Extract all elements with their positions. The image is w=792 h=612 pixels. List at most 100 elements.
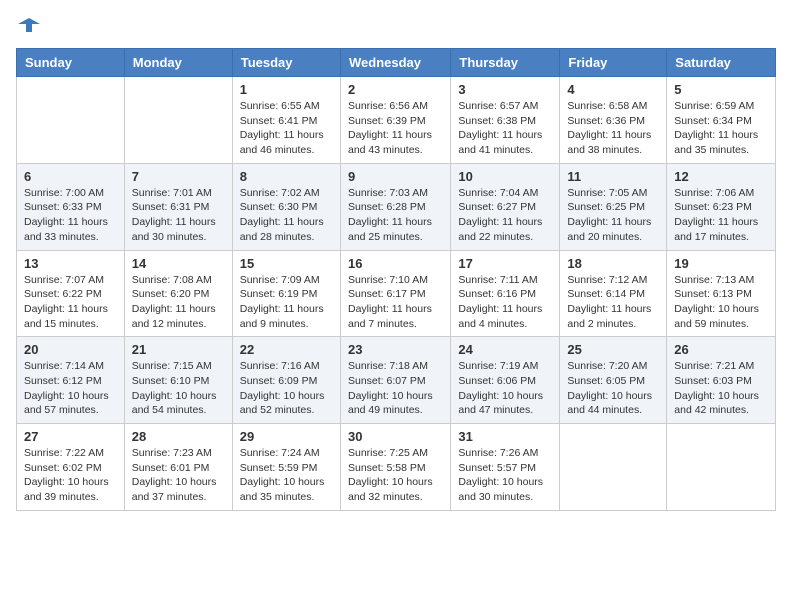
calendar-cell: 5 Sunrise: 6:59 AMSunset: 6:34 PMDaylight…	[667, 77, 776, 164]
calendar-cell: 15 Sunrise: 7:09 AMSunset: 6:19 PMDayligh…	[232, 250, 340, 337]
day-number: 8	[240, 169, 333, 184]
day-number: 2	[348, 82, 443, 97]
day-number: 30	[348, 429, 443, 444]
day-info: Sunrise: 7:02 AMSunset: 6:30 PMDaylight:…	[240, 186, 333, 245]
day-of-week-header: Wednesday	[340, 49, 450, 77]
day-of-week-header: Friday	[560, 49, 667, 77]
day-number: 5	[674, 82, 768, 97]
calendar-cell: 20 Sunrise: 7:14 AMSunset: 6:12 PMDayligh…	[17, 337, 125, 424]
calendar-week-row: 6Sunrise: 7:00 AMSunset: 6:33 PMDaylight…	[17, 163, 776, 250]
day-number: 20	[24, 342, 117, 357]
calendar-cell: 22 Sunrise: 7:16 AMSunset: 6:09 PMDayligh…	[232, 337, 340, 424]
calendar-table: SundayMondayTuesdayWednesdayThursdayFrid…	[16, 48, 776, 511]
day-of-week-header: Sunday	[17, 49, 125, 77]
day-number: 22	[240, 342, 333, 357]
day-info: Sunrise: 7:06 AMSunset: 6:23 PMDaylight:…	[674, 186, 768, 245]
day-number: 14	[132, 256, 225, 271]
day-info: Sunrise: 7:14 AMSunset: 6:12 PMDaylight:…	[24, 359, 117, 418]
day-number: 28	[132, 429, 225, 444]
calendar-cell: 28 Sunrise: 7:23 AMSunset: 6:01 PMDayligh…	[124, 424, 232, 511]
day-of-week-header: Tuesday	[232, 49, 340, 77]
calendar-cell: 8 Sunrise: 7:02 AMSunset: 6:30 PMDaylight…	[232, 163, 340, 250]
calendar-cell: 6Sunrise: 7:00 AMSunset: 6:33 PMDaylight…	[17, 163, 125, 250]
calendar-cell: 29 Sunrise: 7:24 AMSunset: 5:59 PMDayligh…	[232, 424, 340, 511]
day-info: Sunrise: 7:07 AMSunset: 6:22 PMDaylight:…	[24, 273, 117, 332]
day-number: 13	[24, 256, 117, 271]
calendar-header-row: SundayMondayTuesdayWednesdayThursdayFrid…	[17, 49, 776, 77]
calendar-week-row: 13 Sunrise: 7:07 AMSunset: 6:22 PMDayligh…	[17, 250, 776, 337]
day-info: Sunrise: 7:20 AMSunset: 6:05 PMDaylight:…	[567, 359, 659, 418]
calendar-cell: 21Sunrise: 7:15 AMSunset: 6:10 PMDayligh…	[124, 337, 232, 424]
day-number: 10	[458, 169, 552, 184]
day-info: Sunrise: 7:24 AMSunset: 5:59 PMDaylight:…	[240, 446, 333, 505]
calendar-cell: 31 Sunrise: 7:26 AMSunset: 5:57 PMDayligh…	[451, 424, 560, 511]
calendar-cell: 16 Sunrise: 7:10 AMSunset: 6:17 PMDayligh…	[340, 250, 450, 337]
day-info: Sunrise: 7:01 AMSunset: 6:31 PMDaylight:…	[132, 186, 225, 245]
day-info: Sunrise: 7:21 AMSunset: 6:03 PMDaylight:…	[674, 359, 768, 418]
day-info: Sunrise: 7:10 AMSunset: 6:17 PMDaylight:…	[348, 273, 443, 332]
calendar-cell: 26 Sunrise: 7:21 AMSunset: 6:03 PMDayligh…	[667, 337, 776, 424]
day-info: Sunrise: 7:09 AMSunset: 6:19 PMDaylight:…	[240, 273, 333, 332]
day-number: 19	[674, 256, 768, 271]
day-info: Sunrise: 7:19 AMSunset: 6:06 PMDaylight:…	[458, 359, 552, 418]
calendar-cell	[667, 424, 776, 511]
day-info: Sunrise: 7:16 AMSunset: 6:09 PMDaylight:…	[240, 359, 333, 418]
page-header	[16, 16, 776, 36]
calendar-cell	[560, 424, 667, 511]
day-info: Sunrise: 7:08 AMSunset: 6:20 PMDaylight:…	[132, 273, 225, 332]
calendar-cell: 23 Sunrise: 7:18 AMSunset: 6:07 PMDayligh…	[340, 337, 450, 424]
day-info: Sunrise: 7:25 AMSunset: 5:58 PMDaylight:…	[348, 446, 443, 505]
day-number: 6	[24, 169, 117, 184]
day-info: Sunrise: 7:23 AMSunset: 6:01 PMDaylight:…	[132, 446, 225, 505]
calendar-cell: 10 Sunrise: 7:04 AMSunset: 6:27 PMDayligh…	[451, 163, 560, 250]
day-number: 17	[458, 256, 552, 271]
calendar-cell: 14 Sunrise: 7:08 AMSunset: 6:20 PMDayligh…	[124, 250, 232, 337]
day-info: Sunrise: 7:11 AMSunset: 6:16 PMDaylight:…	[458, 273, 552, 332]
day-number: 16	[348, 256, 443, 271]
calendar-cell: 3 Sunrise: 6:57 AMSunset: 6:38 PMDaylight…	[451, 77, 560, 164]
day-number: 29	[240, 429, 333, 444]
day-info: Sunrise: 7:04 AMSunset: 6:27 PMDaylight:…	[458, 186, 552, 245]
day-number: 4	[567, 82, 659, 97]
day-of-week-header: Saturday	[667, 49, 776, 77]
day-of-week-header: Monday	[124, 49, 232, 77]
calendar-cell: 17 Sunrise: 7:11 AMSunset: 6:16 PMDayligh…	[451, 250, 560, 337]
calendar-cell	[17, 77, 125, 164]
day-info: Sunrise: 6:58 AMSunset: 6:36 PMDaylight:…	[567, 99, 659, 158]
calendar-week-row: 20 Sunrise: 7:14 AMSunset: 6:12 PMDayligh…	[17, 337, 776, 424]
day-number: 3	[458, 82, 552, 97]
day-info: Sunrise: 6:56 AMSunset: 6:39 PMDaylight:…	[348, 99, 443, 158]
day-info: Sunrise: 7:03 AMSunset: 6:28 PMDaylight:…	[348, 186, 443, 245]
calendar-cell: 25 Sunrise: 7:20 AMSunset: 6:05 PMDayligh…	[560, 337, 667, 424]
calendar-cell: 13 Sunrise: 7:07 AMSunset: 6:22 PMDayligh…	[17, 250, 125, 337]
day-info: Sunrise: 7:22 AMSunset: 6:02 PMDaylight:…	[24, 446, 117, 505]
calendar-cell: 2 Sunrise: 6:56 AMSunset: 6:39 PMDaylight…	[340, 77, 450, 164]
day-info: Sunrise: 7:26 AMSunset: 5:57 PMDaylight:…	[458, 446, 552, 505]
calendar-week-row: 27 Sunrise: 7:22 AMSunset: 6:02 PMDayligh…	[17, 424, 776, 511]
day-info: Sunrise: 6:55 AMSunset: 6:41 PMDaylight:…	[240, 99, 333, 158]
calendar-cell: 18Sunrise: 7:12 AMSunset: 6:14 PMDayligh…	[560, 250, 667, 337]
calendar-cell: 4 Sunrise: 6:58 AMSunset: 6:36 PMDaylight…	[560, 77, 667, 164]
day-number: 25	[567, 342, 659, 357]
day-info: Sunrise: 7:05 AMSunset: 6:25 PMDaylight:…	[567, 186, 659, 245]
day-info: Sunrise: 6:59 AMSunset: 6:34 PMDaylight:…	[674, 99, 768, 158]
day-info: Sunrise: 6:57 AMSunset: 6:38 PMDaylight:…	[458, 99, 552, 158]
day-number: 9	[348, 169, 443, 184]
calendar-cell: 9 Sunrise: 7:03 AMSunset: 6:28 PMDaylight…	[340, 163, 450, 250]
calendar-cell: 30 Sunrise: 7:25 AMSunset: 5:58 PMDayligh…	[340, 424, 450, 511]
day-info: Sunrise: 7:13 AMSunset: 6:13 PMDaylight:…	[674, 273, 768, 332]
day-info: Sunrise: 7:18 AMSunset: 6:07 PMDaylight:…	[348, 359, 443, 418]
day-number: 23	[348, 342, 443, 357]
calendar-cell: 27 Sunrise: 7:22 AMSunset: 6:02 PMDayligh…	[17, 424, 125, 511]
calendar-cell: 1Sunrise: 6:55 AMSunset: 6:41 PMDaylight…	[232, 77, 340, 164]
day-info: Sunrise: 7:15 AMSunset: 6:10 PMDaylight:…	[132, 359, 225, 418]
calendar-cell: 11Sunrise: 7:05 AMSunset: 6:25 PMDayligh…	[560, 163, 667, 250]
calendar-cell	[124, 77, 232, 164]
day-number: 31	[458, 429, 552, 444]
calendar-cell: 24Sunrise: 7:19 AMSunset: 6:06 PMDayligh…	[451, 337, 560, 424]
day-of-week-header: Thursday	[451, 49, 560, 77]
day-number: 27	[24, 429, 117, 444]
day-number: 15	[240, 256, 333, 271]
day-info: Sunrise: 7:12 AMSunset: 6:14 PMDaylight:…	[567, 273, 659, 332]
day-number: 26	[674, 342, 768, 357]
